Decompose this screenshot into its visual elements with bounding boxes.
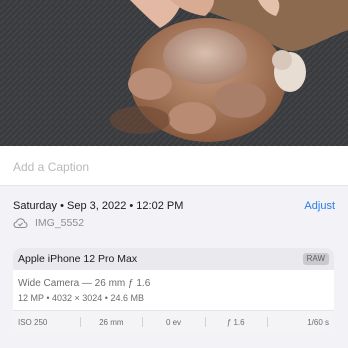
caption-input[interactable]	[13, 158, 335, 176]
file-name: IMG_5552	[35, 217, 85, 229]
device-header: Apple iPhone 12 Pro Max RAW	[13, 248, 334, 270]
exif-row: ISO 250 26 mm 0 ev ƒ 1.6 1/60 s	[13, 310, 334, 333]
adjust-button[interactable]: Adjust	[304, 200, 335, 212]
focal-length-value: 26 mm	[80, 316, 142, 327]
shutter-speed-value: 1/60 s	[266, 316, 334, 327]
lens-info: Wide Camera — 26 mm ƒ 1.6	[18, 278, 151, 289]
aperture-value: ƒ 1.6	[204, 316, 267, 327]
iso-value: ISO 250	[18, 317, 48, 327]
raw-badge: RAW	[302, 253, 329, 265]
exposure-value: 0 ev	[142, 316, 204, 327]
device-info-card: Apple iPhone 12 Pro Max RAW Wide Camera …	[13, 248, 334, 333]
device-name: Apple iPhone 12 Pro Max	[18, 253, 138, 265]
image-specs: 12 MP • 4032 × 3024 • 24.6 MB	[18, 293, 144, 303]
photo-preview[interactable]	[0, 0, 348, 146]
date-time-label: Saturday • Sep 3, 2022 • 12:02 PM	[13, 200, 184, 212]
cloud-icon	[13, 218, 28, 229]
photo-info-screen: Saturday • Sep 3, 2022 • 12:02 PM Adjust…	[0, 0, 348, 348]
